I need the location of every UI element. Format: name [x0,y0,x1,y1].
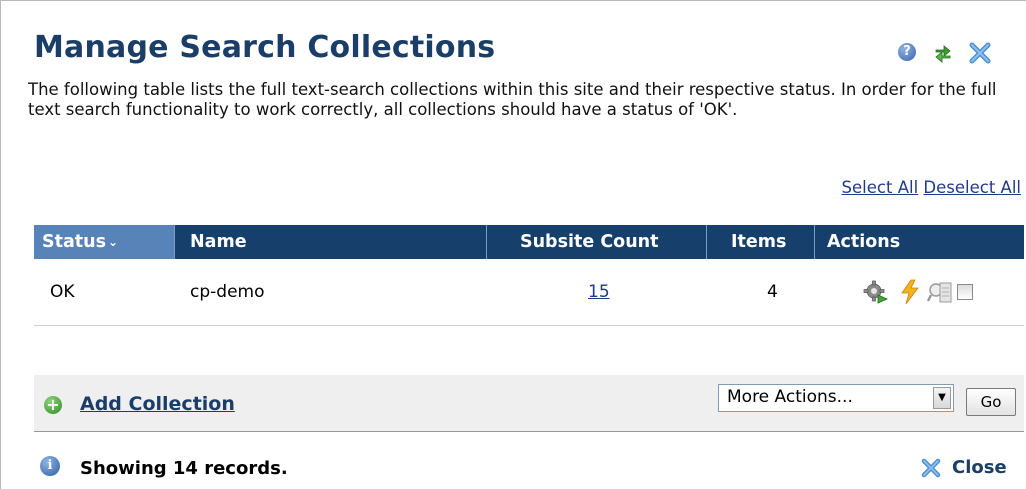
row-select-checkbox[interactable] [957,284,973,300]
column-divider [706,225,707,259]
sort-descending-icon: ⌄ [108,235,119,249]
go-button[interactable]: Go [966,388,1016,416]
more-actions-select[interactable]: More Actions... ▼ [718,384,954,412]
selection-links: Select All Deselect All [842,178,1021,197]
close-icon[interactable] [968,41,992,65]
refresh-icon[interactable] [932,41,954,65]
column-divider [486,225,487,259]
window-top-border [0,0,1026,1]
info-icon: i [40,456,60,476]
page-description: The following table lists the full text-… [28,80,997,119]
more-actions-selected: More Actions... [727,387,853,407]
record-count: Showing 14 records. [80,458,288,479]
column-header-items[interactable]: Items [731,225,786,259]
status-cell: OK [50,282,75,302]
column-divider [174,225,175,259]
close-label: Close [952,457,1007,478]
window-left-border [0,0,1,489]
column-header-subsite-count[interactable]: Subsite Count [520,225,658,259]
page-title: Manage Search Collections [34,30,496,65]
chevron-down-icon[interactable]: ▼ [933,387,951,409]
title-toolbar: ? [898,41,998,67]
help-icon[interactable]: ? [898,43,916,61]
index-icon[interactable] [927,279,953,305]
settings-icon[interactable] [863,279,889,305]
column-header-status-label: Status [42,232,107,252]
column-header-status[interactable]: Status ⌄ [34,225,174,259]
close-button[interactable]: Close [920,455,1024,481]
deselect-all-link[interactable]: Deselect All [923,178,1021,197]
row-actions [827,279,987,305]
column-header-name[interactable]: Name [190,225,247,259]
action-bar: + Add Collection More Actions... ▼ Go [34,375,1024,432]
add-collection-link[interactable]: Add Collection [80,393,235,415]
subsite-count-link[interactable]: 15 [588,282,610,302]
close-icon [921,458,941,478]
column-header-actions: Actions [827,232,901,252]
items-cell: 4 [767,282,778,302]
table-row: OK cp-demo 15 4 [34,259,1024,326]
table-header: Status ⌄ Name Subsite Count Items Actions [34,225,1024,259]
rebuild-icon[interactable] [897,279,923,305]
add-icon[interactable]: + [44,396,62,414]
select-all-link[interactable]: Select All [842,178,919,197]
column-divider [814,225,815,259]
name-cell: cp-demo [190,282,265,302]
